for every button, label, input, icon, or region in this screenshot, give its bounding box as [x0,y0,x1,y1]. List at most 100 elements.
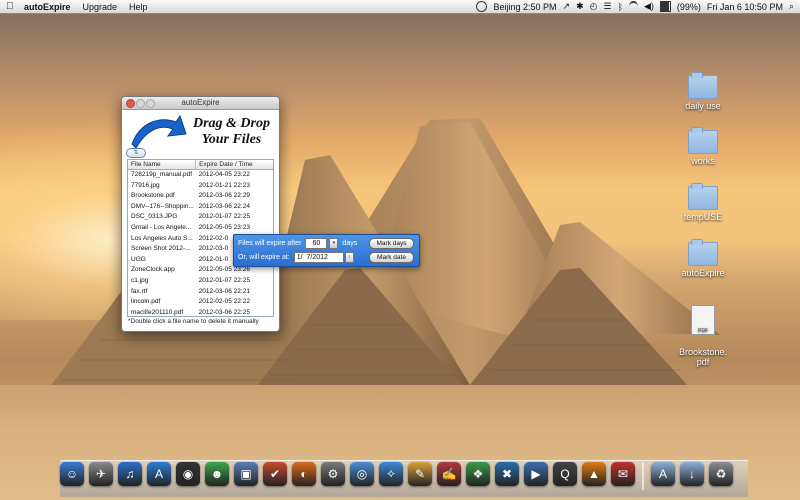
dock-glyph: ⚙ [327,467,339,481]
footnote-text: *Double click a file name to delete it m… [128,318,259,325]
dock-finder-icon[interactable]: ☺ [60,462,84,486]
column-header-expire-date[interactable]: Expire Date / Time [196,160,273,169]
date-field[interactable] [293,251,344,263]
file-name-cell[interactable]: lincoln.pdf [128,297,196,308]
expire-date-cell: 2012-01-07 22:25 [198,213,250,221]
file-name-cell[interactable]: DSC_0313.JPG [128,212,196,223]
expire-settings-popup[interactable]: Files will expire after ▾ days Mark days… [233,234,420,267]
menu-app-name[interactable]: autoExpire [24,2,71,12]
dock-firefox-icon[interactable]: ◐ [292,462,316,486]
wifi-icon[interactable] [628,1,638,12]
dock-quicktime-icon[interactable]: Q [553,462,577,486]
dock-network-icon[interactable]: ❖ [466,462,490,486]
menu-upgrade[interactable]: Upgrade [83,2,118,12]
file-name-cell[interactable]: 728219p_manual.pdf [128,170,196,181]
table-row[interactable]: 728219p_manual.pdf 2012-04-05 23:22 [128,170,273,181]
world-clock-text[interactable]: Beijing 2:50 PM [493,2,556,12]
menu-help[interactable]: Help [129,2,148,12]
dock-items: ☺ ✈ ♫ A ◉ ☻ ▣ ✔ ◐ ⚙ ◎ ✧ ✎ ✍ ❖ ✖ ▶ Q ▲ ✉ A ↓ ♻ [60,462,733,492]
table-row[interactable]: DSC_0313.JPG 2012-01-07 22:25 [128,212,273,223]
dock-xcode-icon[interactable]: ✖ [495,462,519,486]
apple-menu-icon[interactable]:  [6,1,18,12]
file-name-cell[interactable]: UGG [128,255,196,266]
dock-imovie-icon[interactable]: ▶ [524,462,548,486]
dock-trash-icon[interactable]: ♻ [709,462,733,486]
days-dropdown-icon[interactable]: ▾ [329,237,339,249]
dock-settings-icon[interactable]: ⚙ [321,462,345,486]
folder-icon [688,183,718,210]
autoexpire-window[interactable]: autoExpire Drag & Drop Your Files ⇅ File… [121,96,280,332]
table-row[interactable]: maclife201110.pdf 2012-03-06 22:25 [128,308,273,316]
desktop-folder-autoexpire[interactable]: autoExpire [673,239,733,278]
file-name-cell[interactable]: Screen Shot 2012-... [128,244,196,255]
dock-paint-icon[interactable]: ✎ [408,462,432,486]
folder-icon [688,127,718,154]
expire-date-cell: 2012-03-06 22:24 [198,202,250,210]
dock-texteditor-icon[interactable]: ✍ [437,462,461,486]
file-name-cell[interactable]: c1.jpg [128,276,196,287]
dock-glyph: Q [560,467,570,481]
tray-stack-icon[interactable]: ☰ [603,1,611,12]
desktop-folder-daily-use[interactable]: daily use [673,72,733,111]
days-field[interactable] [305,237,328,249]
dock-chrome-icon[interactable]: ◎ [350,462,374,486]
file-name-cell[interactable]: fax.rtf [128,287,196,298]
dock-dashboard-icon[interactable]: ◉ [176,462,200,486]
dock-safari-icon[interactable]: ✧ [379,462,403,486]
dock-vlc-icon[interactable]: ▲ [582,462,606,486]
tray-star-icon[interactable]: ✱ [576,1,584,12]
column-header-file-name[interactable]: File Name [128,160,197,169]
expire-at-label: Or, will expire at: [238,253,290,261]
spotlight-search-icon[interactable]: ⌕ [789,1,794,12]
expire-date-cell: 2012-04-05 23:22 [198,171,250,178]
dock-calendar-icon[interactable]: ✉ [611,462,635,486]
dock-glyph: ☺ [65,467,79,481]
dock-glyph: ✈ [95,467,107,481]
dock-preview-icon[interactable]: ▣ [234,462,258,486]
battery-icon[interactable] [659,1,671,12]
zoom-button[interactable] [146,99,155,108]
dock-rocket-icon[interactable]: ✈ [89,462,113,486]
table-row[interactable]: 77916.jpg 2012-01-21 22:23 [128,181,273,192]
tray-bluetooth-icon[interactable]: ᛒ [618,2,623,12]
desktop-folder-works[interactable]: works [673,127,733,166]
dock-itunes-icon[interactable]: ♫ [118,462,142,486]
world-clock-icon[interactable] [476,1,488,12]
table-row[interactable]: fax.rtf 2012-03-06 22:21 [128,287,273,298]
close-button[interactable] [126,99,135,108]
table-row[interactable]: c1.jpg 2012-01-07 22:25 [128,276,273,287]
window-titlebar[interactable]: autoExpire [122,97,279,110]
date-stepper-icon[interactable]: ↕ [344,251,354,263]
table-row[interactable]: Gmail - Los Angele... 2012-05-05 23:23 [128,223,273,234]
file-name-cell[interactable]: Brookstone.pdf [128,191,196,202]
dock-app-store-icon[interactable]: A [147,462,171,486]
minimize-button[interactable] [136,99,145,108]
file-name-cell[interactable]: DMV--176--Shoppin... [128,202,196,213]
dock-glyph: ▶ [531,467,541,481]
dock-messenger-icon[interactable]: ☻ [205,462,229,486]
dock-activity-icon[interactable]: ✔ [263,462,287,486]
sort-toggle-button[interactable]: ⇅ [126,148,146,158]
tray-time-machine-icon[interactable]: ◴ [590,1,598,12]
file-name-cell[interactable]: Gmail - Los Angele... [128,223,196,234]
popup-row-days: Files will expire after ▾ days [238,237,357,249]
file-name-cell[interactable]: 77916.jpg [128,181,196,192]
file-name-cell[interactable]: maclife201110.pdf [128,308,196,316]
volume-icon[interactable]: ◀) [644,1,654,12]
menu-bar:  autoExpire Upgrade Help Beijing 2:50 P… [0,0,800,14]
file-name-cell[interactable]: ZoneClock.app [128,265,196,276]
menu-datetime[interactable]: Fri Jan 6 10:50 PM [707,2,783,12]
mark-days-button[interactable]: Mark days [369,238,414,249]
desktop-file-brookstone-pdf[interactable]: PDF Brookstone. pdf [673,295,733,377]
dock-downloads-icon[interactable]: ↓ [680,462,704,486]
dock-applications-icon[interactable]: A [651,462,675,486]
tray-arrow-icon[interactable]: ↗ [563,1,571,12]
expire-date-cell: 2012-03-06 22:21 [198,287,250,295]
mark-date-button[interactable]: Mark date [369,252,414,263]
table-row[interactable]: Brookstone.pdf 2012-03-06 22:29 [128,191,273,202]
table-row[interactable]: DMV--176--Shoppin... 2012-03-06 22:24 [128,202,273,213]
desktop-folder-tempuse[interactable]: tempUSE [673,183,733,222]
battery-percent[interactable]: (99%) [677,2,701,12]
table-row[interactable]: lincoln.pdf 2012-02-05 22:22 [128,297,273,308]
file-name-cell[interactable]: Los Angeles Auto S... [128,234,196,245]
